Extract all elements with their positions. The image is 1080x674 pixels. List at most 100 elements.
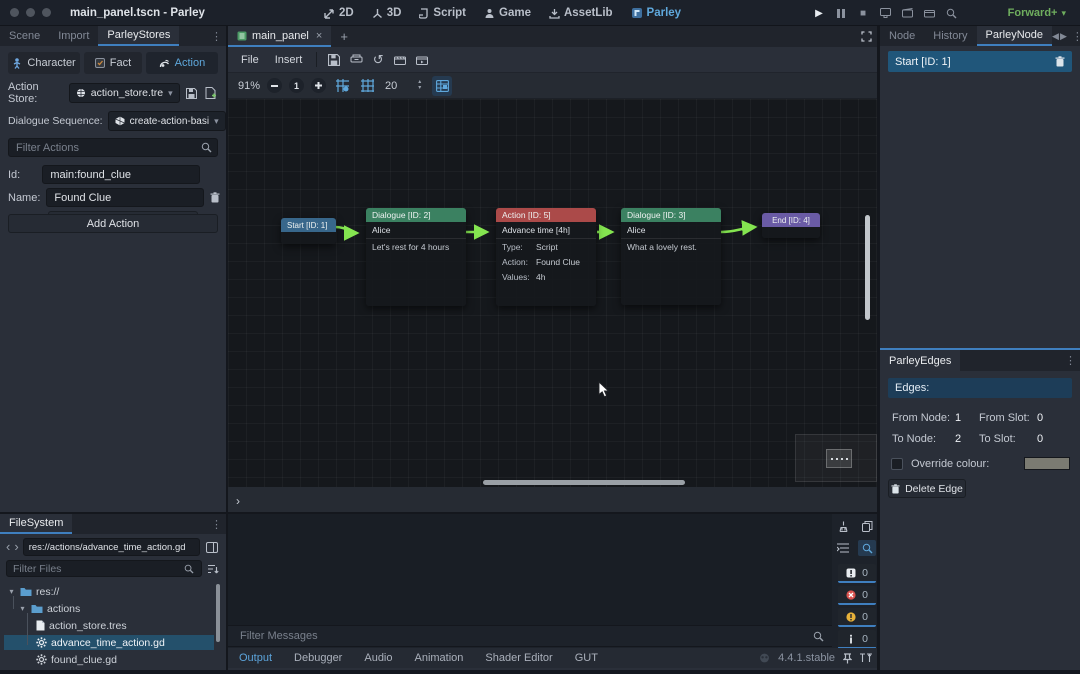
pin-bottom-panel-icon[interactable] <box>843 653 852 664</box>
graph-node-dialogue2[interactable]: Dialogue [ID: 2] Alice Let's rest for 4 … <box>366 208 466 306</box>
stop-button[interactable]: ■ <box>852 3 874 23</box>
window-close-button[interactable] <box>10 8 19 17</box>
quick-open-button[interactable] <box>940 3 962 23</box>
filter-actions-input[interactable] <box>8 138 218 157</box>
dock-menu-icon[interactable]: ⋮ <box>207 514 226 534</box>
tab-node[interactable]: Node <box>880 26 924 46</box>
warning-count-button[interactable]: 0 <box>838 608 876 627</box>
dialogue-sequence-dropdown[interactable]: create-action-basi ▾ <box>108 111 226 131</box>
tab-filesystem[interactable]: FileSystem <box>0 514 72 534</box>
workspace-script[interactable]: Script <box>410 0 475 26</box>
new-store-button[interactable] <box>204 84 218 102</box>
tab-scene[interactable]: Scene <box>0 26 49 46</box>
workspace-assetlib[interactable]: AssetLib <box>540 0 622 26</box>
renderer-selector[interactable]: Forward+ ▾ <box>1008 0 1066 26</box>
graph-node-dialogue3[interactable]: Dialogue [ID: 3] Alice What a lovely res… <box>621 208 721 305</box>
zoom-in-button[interactable] <box>311 78 326 93</box>
nav-back-icon[interactable]: ‹ <box>6 542 10 552</box>
left-dock-splitter[interactable] <box>226 26 228 674</box>
zoom-out-button[interactable] <box>267 78 282 93</box>
tab-history[interactable]: History <box>924 26 976 46</box>
tab-output[interactable]: Output <box>228 648 283 668</box>
play-remote-button[interactable] <box>874 3 896 23</box>
tab-next-icon[interactable]: ▶ <box>1060 31 1067 42</box>
snap-toggle-button[interactable] <box>333 77 351 95</box>
movie-writer-button[interactable] <box>918 3 940 23</box>
workspace-2d[interactable]: 2D <box>315 0 363 26</box>
dock-menu-icon[interactable]: ⋮ <box>1068 30 1080 43</box>
error-count-button[interactable]: 0 <box>838 586 876 605</box>
selected-node-row[interactable]: Start [ID: 1] <box>888 51 1072 72</box>
edges-header[interactable]: Edges: <box>888 378 1072 398</box>
test-sequence-button[interactable] <box>390 50 410 70</box>
tab-prev-icon[interactable]: ◀ <box>1052 31 1059 42</box>
test-from-node-button[interactable] <box>412 50 432 70</box>
split-view-icon[interactable] <box>204 539 220 555</box>
filter-files-input[interactable] <box>6 560 202 577</box>
trash-icon[interactable] <box>1055 56 1065 67</box>
graph-canvas[interactable]: Start [ID: 1] Dialogue [ID: 2] Alice Let… <box>228 99 877 487</box>
collapse-messages-button[interactable] <box>834 540 852 556</box>
window-zoom-button[interactable] <box>42 8 51 17</box>
clear-output-button[interactable] <box>834 518 852 534</box>
pause-button[interactable] <box>830 3 852 23</box>
insert-menu[interactable]: Insert <box>268 54 310 66</box>
tab-parleynode[interactable]: ParleyNode <box>977 26 1052 46</box>
file-menu[interactable]: File <box>234 54 266 66</box>
tree-scrollbar[interactable] <box>216 584 220 642</box>
grid-size-value[interactable]: 20 <box>385 80 397 92</box>
action-store-dropdown[interactable]: action_store.tre ▾ <box>69 83 180 103</box>
delete-action-button[interactable] <box>210 190 220 206</box>
colour-swatch[interactable] <box>1024 457 1070 470</box>
edge-dialogue3-to-end[interactable] <box>721 227 755 232</box>
grid-size-spinner[interactable]: ▴ ▾ <box>418 80 421 91</box>
current-path-field[interactable]: res://actions/advance_time_action.gd <box>23 538 200 556</box>
action-mode-button[interactable]: Action <box>146 52 218 74</box>
search-messages-button[interactable] <box>858 540 876 556</box>
info-count-button[interactable]: 0 <box>838 630 876 649</box>
expand-bottom-panel-icon[interactable] <box>860 653 872 663</box>
tab-shader-editor[interactable]: Shader Editor <box>474 648 563 668</box>
graph-minimap[interactable] <box>795 434 877 482</box>
workspace-3d[interactable]: 3D <box>363 0 411 26</box>
collapse-icon[interactable]: ▾ <box>7 587 16 596</box>
tree-item-advance-time-action[interactable]: advance_time_action.gd <box>4 635 214 650</box>
minimap-viewport[interactable] <box>826 449 852 468</box>
tab-animation[interactable]: Animation <box>404 648 475 668</box>
close-tab-icon[interactable]: × <box>316 30 322 42</box>
bottom-splitter[interactable] <box>0 512 880 514</box>
minimap-toggle-button[interactable] <box>432 76 452 96</box>
tree-item-action-store[interactable]: action_store.tres <box>4 618 226 633</box>
vertical-scrollbar[interactable] <box>865 215 870 320</box>
error-warning-count-button[interactable]: 0 <box>838 564 876 583</box>
tab-gut[interactable]: GUT <box>564 648 609 668</box>
nav-forward-icon[interactable]: › <box>14 542 18 552</box>
override-colour-checkbox[interactable] <box>891 458 903 470</box>
expand-editor-icon[interactable] <box>855 26 877 47</box>
workspace-parley[interactable]: Parley <box>622 0 691 26</box>
fact-mode-button[interactable]: Fact <box>84 52 142 74</box>
right-dock-splitter[interactable] <box>877 26 880 674</box>
graph-node-action5[interactable]: Action [ID: 5] Advance time [4h] Type:Sc… <box>496 208 596 306</box>
output-log[interactable] <box>228 514 832 626</box>
edge-start-to-dialogue2[interactable] <box>335 227 357 233</box>
play-button[interactable]: ▶ <box>808 3 830 23</box>
id-field[interactable] <box>42 165 200 184</box>
arrange-nodes-button[interactable] <box>346 50 366 70</box>
delete-edge-button[interactable]: Delete Edge <box>888 479 966 498</box>
dock-menu-icon[interactable]: ⋮ <box>1061 350 1080 371</box>
zoom-reset-button[interactable]: 1 <box>289 78 304 93</box>
horizontal-scrollbar[interactable] <box>483 480 685 485</box>
tree-item-found-clue[interactable]: found_clue.gd <box>4 652 226 667</box>
tab-import[interactable]: Import <box>49 26 98 46</box>
workspace-game[interactable]: Game <box>475 0 540 26</box>
save-sequence-button[interactable] <box>324 50 344 70</box>
window-minimize-button[interactable] <box>26 8 35 17</box>
add-action-button[interactable]: Add Action <box>8 214 218 233</box>
save-store-button[interactable] <box>185 84 199 102</box>
tab-parleystores[interactable]: ParleyStores <box>98 26 179 46</box>
new-tab-button[interactable]: + <box>331 26 357 47</box>
name-field[interactable] <box>46 188 204 207</box>
tab-audio[interactable]: Audio <box>353 648 403 668</box>
tab-parleyedges[interactable]: ParleyEdges <box>880 350 960 371</box>
